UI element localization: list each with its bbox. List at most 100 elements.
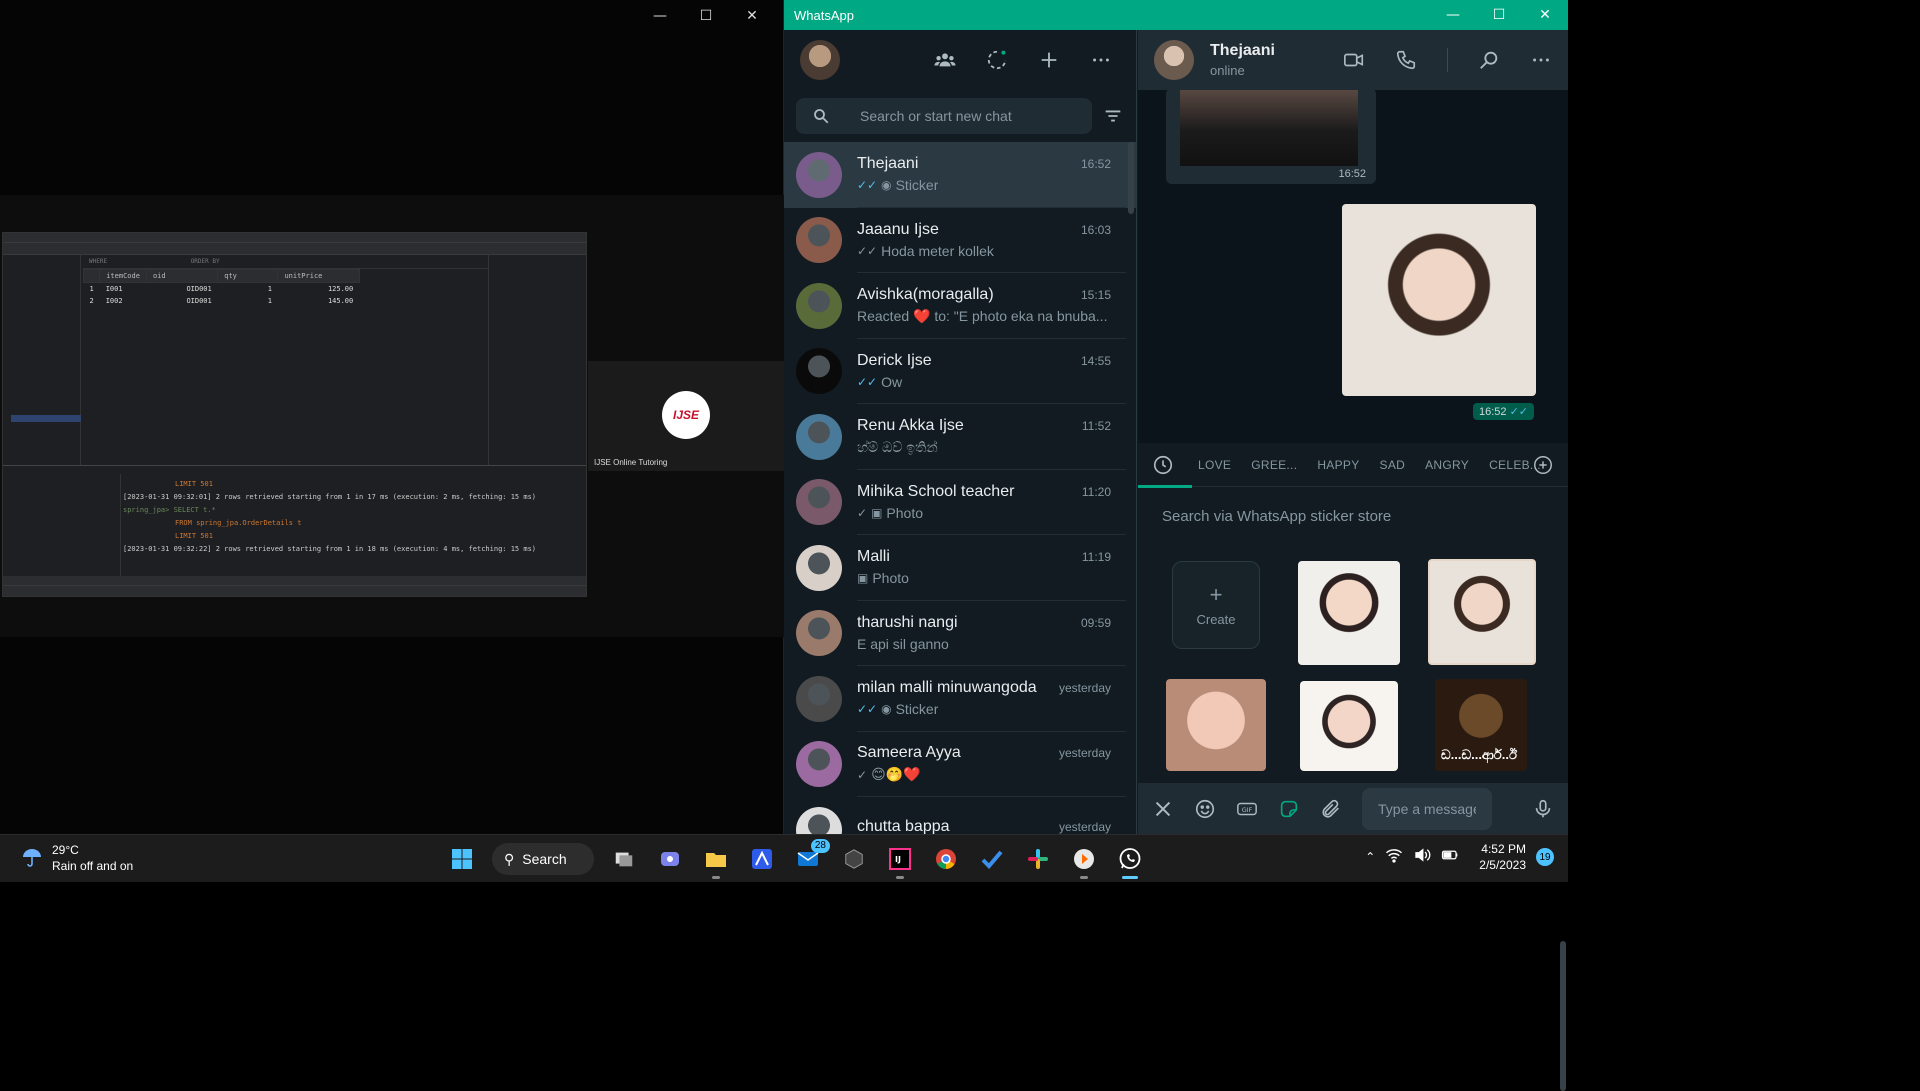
chat-list-item[interactable]: Sameera Ayya yesterday ✓ 😊🤭❤️ bbox=[784, 732, 1136, 797]
filter-icon[interactable] bbox=[1102, 105, 1124, 127]
whatsapp-icon[interactable] bbox=[1114, 843, 1146, 879]
chat-list-item[interactable]: chutta bappa yesterday bbox=[784, 797, 1136, 834]
create-label: Create bbox=[1196, 611, 1236, 627]
profile-avatar[interactable] bbox=[800, 40, 840, 80]
menu-icon[interactable] bbox=[1530, 49, 1552, 71]
sticker-item[interactable] bbox=[1300, 681, 1398, 771]
weather-widget[interactable]: 29°C Rain off and on bbox=[18, 842, 133, 874]
minimize-icon[interactable]: — bbox=[1430, 3, 1476, 27]
chat-avatar[interactable] bbox=[796, 282, 842, 329]
chat-avatar[interactable] bbox=[796, 610, 842, 657]
chat-list-item[interactable]: Thejaani 16:52 ✓✓ ◉ Sticker bbox=[784, 142, 1136, 208]
search-icon[interactable] bbox=[1478, 49, 1500, 71]
voice-call-icon[interactable] bbox=[1395, 49, 1417, 71]
search-input[interactable] bbox=[860, 108, 1060, 124]
teams-chat-icon[interactable] bbox=[654, 843, 686, 875]
wifi-icon[interactable] bbox=[1385, 846, 1403, 869]
chat-avatar[interactable] bbox=[796, 151, 842, 198]
sticker-search-input[interactable] bbox=[1162, 507, 1522, 525]
add-sticker-pack-icon[interactable] bbox=[1532, 454, 1554, 476]
chat-avatar[interactable] bbox=[796, 348, 842, 395]
volume-icon[interactable] bbox=[1413, 846, 1431, 869]
sticker-message[interactable]: 16:52 ✓✓ bbox=[1342, 204, 1538, 420]
chat-avatar[interactable] bbox=[796, 413, 842, 460]
svg-text:IJ: IJ bbox=[895, 855, 901, 864]
menu-icon[interactable] bbox=[1090, 49, 1112, 71]
chrome-icon[interactable] bbox=[930, 843, 962, 875]
chevron-up-icon[interactable]: ⌃ bbox=[1365, 850, 1375, 864]
chat-avatar[interactable] bbox=[796, 217, 842, 264]
system-tray: ⌃ 4:52 PM 2/5/2023 19 bbox=[1365, 841, 1554, 873]
clock[interactable]: 4:52 PM 2/5/2023 bbox=[1479, 841, 1526, 873]
close-icon[interactable] bbox=[1152, 798, 1174, 820]
sticker-item[interactable] bbox=[1298, 561, 1400, 665]
cube-app-icon[interactable] bbox=[838, 843, 870, 875]
participant-tile[interactable]: IJSE IJSE Online Tutoring bbox=[588, 361, 784, 471]
sticker-item[interactable]: ඩ...ඩ...ආර්..ඊ bbox=[1435, 679, 1527, 771]
task-view-icon[interactable] bbox=[608, 843, 640, 875]
chat-list-item[interactable]: Malli 11:19 ▣ Photo bbox=[784, 535, 1136, 601]
conversation-header[interactable]: Thejaani online bbox=[1138, 30, 1568, 90]
message-image[interactable] bbox=[1180, 90, 1358, 166]
notification-badge[interactable]: 19 bbox=[1536, 848, 1554, 866]
mail-icon[interactable]: 28 bbox=[792, 839, 830, 875]
gif-icon[interactable]: GIF bbox=[1236, 798, 1258, 820]
taskbar-search[interactable]: ⚲ Search bbox=[492, 843, 594, 875]
search-label: Search bbox=[522, 851, 567, 867]
chat-list-item[interactable]: Mihika School teacher 11:20 ✓ ▣ Photo bbox=[784, 470, 1136, 535]
status-icon[interactable] bbox=[986, 49, 1008, 71]
attach-icon[interactable] bbox=[1320, 798, 1342, 820]
chat-list-item[interactable]: tharushi nangi 09:59 E api sil ganno bbox=[784, 601, 1136, 666]
communities-icon[interactable] bbox=[934, 49, 956, 71]
chat-list-item[interactable]: Derick Ijse 14:55 ✓✓ Ow bbox=[784, 339, 1136, 404]
sticker-image[interactable] bbox=[1342, 204, 1536, 396]
chat-avatar[interactable] bbox=[796, 806, 842, 834]
start-windows-icon[interactable] bbox=[446, 843, 478, 875]
intellij-icon[interactable]: IJ bbox=[884, 843, 916, 879]
tab-love[interactable]: LOVE bbox=[1198, 458, 1231, 472]
taskbar: 29°C Rain off and on ⚲ Search 28 IJ ⌃ 4:… bbox=[0, 834, 1568, 882]
chat-list-item[interactable]: milan malli minuwangoda yesterday ✓✓ ◉ Stick… bbox=[784, 666, 1136, 732]
tab-happy[interactable]: HAPPY bbox=[1317, 458, 1359, 472]
sticker-item[interactable] bbox=[1166, 679, 1266, 771]
chat-avatar[interactable] bbox=[796, 544, 842, 591]
slack-icon[interactable] bbox=[1022, 843, 1054, 875]
microphone-icon[interactable] bbox=[1532, 798, 1554, 820]
chat-list-item[interactable]: Jaaanu Ijse 16:03 ✓✓ Hoda meter kollek bbox=[784, 208, 1136, 273]
maximize-icon[interactable]: ☐ bbox=[683, 4, 729, 28]
video-call-icon[interactable] bbox=[1343, 49, 1365, 71]
chat-time: 16:52 bbox=[1080, 157, 1111, 172]
tab-angry[interactable]: ANGRY bbox=[1425, 458, 1469, 472]
new-chat-icon[interactable] bbox=[1038, 49, 1060, 71]
chat-avatar[interactable] bbox=[796, 741, 842, 788]
close-icon[interactable]: ✕ bbox=[1522, 3, 1568, 27]
sticker-icon[interactable] bbox=[1278, 798, 1300, 820]
file-explorer-icon[interactable] bbox=[700, 843, 732, 879]
todo-check-icon[interactable] bbox=[976, 843, 1008, 875]
media-player-icon[interactable] bbox=[1068, 843, 1100, 879]
chat-list-item[interactable]: Renu Akka Ijse 11:52 හ්ම් ඔව් ඉතින් bbox=[784, 404, 1136, 470]
ide-services-panel: LIMIT 501 [2023-01-31 09:32:01] 2 rows re… bbox=[3, 465, 586, 587]
battery-icon[interactable] bbox=[1441, 846, 1459, 869]
sticker-item[interactable] bbox=[1428, 559, 1536, 665]
emoji-icon[interactable] bbox=[1194, 798, 1216, 820]
close-icon[interactable]: ✕ bbox=[729, 4, 775, 28]
sidebar-scrollbar[interactable] bbox=[1128, 142, 1134, 214]
contact-avatar[interactable] bbox=[1154, 40, 1194, 80]
double-tick-icon: ✓✓ bbox=[857, 374, 878, 389]
tab-sad[interactable]: SAD bbox=[1380, 458, 1406, 472]
filter-where: WHERE bbox=[89, 258, 108, 265]
minimize-icon[interactable]: — bbox=[637, 4, 683, 28]
chat-list-item[interactable]: Avishka(moragalla) 15:15 Reacted ❤️ to: "E… bbox=[784, 273, 1136, 339]
sticker-scrollbar[interactable] bbox=[1560, 941, 1566, 1091]
image-message[interactable]: 16:52 bbox=[1166, 90, 1376, 184]
chat-time: yesterday bbox=[1058, 681, 1111, 696]
tab-greetings[interactable]: GREE... bbox=[1251, 458, 1297, 472]
chat-avatar[interactable] bbox=[796, 479, 842, 526]
recent-clock-icon[interactable] bbox=[1152, 454, 1174, 476]
app-icon[interactable] bbox=[746, 843, 778, 875]
maximize-icon[interactable]: ☐ bbox=[1476, 3, 1522, 27]
chat-avatar[interactable] bbox=[796, 675, 842, 722]
create-sticker-button[interactable]: + Create bbox=[1172, 561, 1260, 649]
message-input[interactable] bbox=[1362, 787, 1492, 830]
